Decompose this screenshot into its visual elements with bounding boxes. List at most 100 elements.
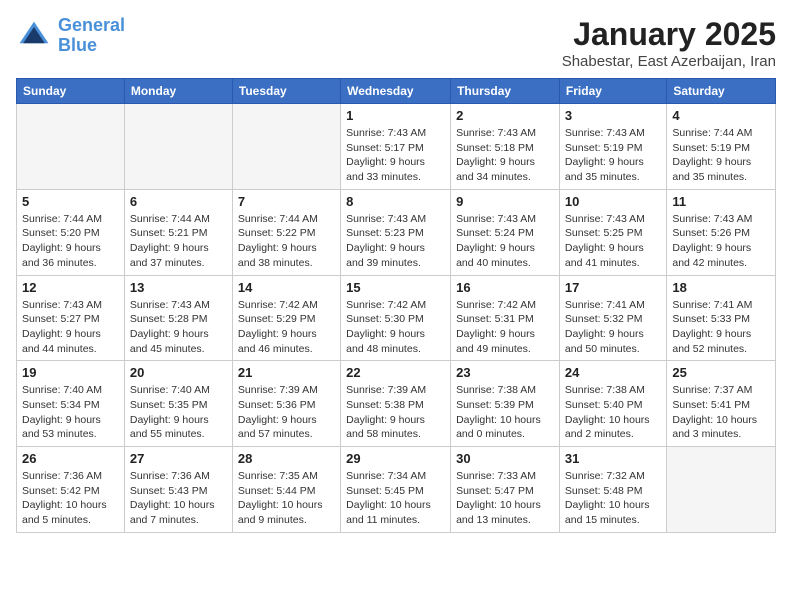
calendar-cell: 22 Sunrise: 7:39 AM Sunset: 5:38 PM Dayli… [341,361,451,447]
day-number: 2 [456,108,554,123]
calendar-cell: 9Sunrise: 7:43 AM Sunset: 5:24 PM Daylig… [451,189,560,275]
weekday-header-thursday: Thursday [451,79,560,104]
day-number: 23 [456,365,554,380]
title-block: January 2025 Shabestar, East Azerbaijan,… [562,16,776,70]
day-info: Sunrise: 7:43 AM Sunset: 5:27 PM Dayligh… [22,298,119,357]
calendar-cell [17,104,125,190]
day-number: 29 [346,451,445,466]
calendar-cell: 15 Sunrise: 7:42 AM Sunset: 5:30 PM Dayli… [341,275,451,361]
week-row-4: 19Sunrise: 7:40 AM Sunset: 5:34 PM Dayli… [17,361,776,447]
weekday-header-sunday: Sunday [17,79,125,104]
calendar-cell: 11Sunrise: 7:43 AM Sunset: 5:26 PM Dayli… [667,189,776,275]
day-number: 15 [346,280,445,295]
calendar-cell: 27 Sunrise: 7:36 AM Sunset: 5:43 PM Dayli… [124,447,232,533]
calendar-cell: 10Sunrise: 7:43 AM Sunset: 5:25 PM Dayli… [559,189,666,275]
calendar-cell: 8Sunrise: 7:43 AM Sunset: 5:23 PM Daylig… [341,189,451,275]
calendar-cell: 6 Sunrise: 7:44 AM Sunset: 5:21 PM Daylig… [124,189,232,275]
day-info: Sunrise: 7:43 AM Sunset: 5:18 PM Dayligh… [456,126,554,185]
calendar-cell: 28 Sunrise: 7:35 AM Sunset: 5:44 PM Dayli… [232,447,340,533]
day-number: 31 [565,451,661,466]
month-year-title: January 2025 [562,16,776,53]
page-header: General Blue January 2025 Shabestar, Eas… [16,16,776,70]
calendar-cell: 23 Sunrise: 7:38 AM Sunset: 5:39 PM Dayli… [451,361,560,447]
day-info: Sunrise: 7:38 AM Sunset: 5:40 PM Dayligh… [565,383,661,442]
day-info: Sunrise: 7:40 AM Sunset: 5:35 PM Dayligh… [130,383,227,442]
calendar-cell [232,104,340,190]
day-number: 20 [130,365,227,380]
calendar-cell: 26 Sunrise: 7:36 AM Sunset: 5:42 PM Dayli… [17,447,125,533]
day-number: 12 [22,280,119,295]
calendar-cell: 13Sunrise: 7:43 AM Sunset: 5:28 PM Dayli… [124,275,232,361]
day-number: 13 [130,280,227,295]
day-number: 11 [672,194,770,209]
logo-blue: Blue [58,35,97,55]
calendar-cell: 19Sunrise: 7:40 AM Sunset: 5:34 PM Dayli… [17,361,125,447]
day-number: 19 [22,365,119,380]
logo-icon [16,18,52,54]
day-number: 22 [346,365,445,380]
day-info: Sunrise: 7:36 AM Sunset: 5:42 PM Dayligh… [22,469,119,528]
calendar-cell: 5 Sunrise: 7:44 AM Sunset: 5:20 PM Daylig… [17,189,125,275]
day-info: Sunrise: 7:44 AM Sunset: 5:21 PM Dayligh… [130,212,227,271]
day-info: Sunrise: 7:44 AM Sunset: 5:22 PM Dayligh… [238,212,335,271]
day-number: 7 [238,194,335,209]
day-info: Sunrise: 7:35 AM Sunset: 5:44 PM Dayligh… [238,469,335,528]
day-info: Sunrise: 7:32 AM Sunset: 5:48 PM Dayligh… [565,469,661,528]
day-number: 24 [565,365,661,380]
day-info: Sunrise: 7:44 AM Sunset: 5:19 PM Dayligh… [672,126,770,185]
day-info: Sunrise: 7:41 AM Sunset: 5:33 PM Dayligh… [672,298,770,357]
calendar-cell: 12 Sunrise: 7:43 AM Sunset: 5:27 PM Dayli… [17,275,125,361]
day-number: 26 [22,451,119,466]
calendar-cell: 2 Sunrise: 7:43 AM Sunset: 5:18 PM Daylig… [451,104,560,190]
day-info: Sunrise: 7:41 AM Sunset: 5:32 PM Dayligh… [565,298,661,357]
calendar-cell: 3Sunrise: 7:43 AM Sunset: 5:19 PM Daylig… [559,104,666,190]
day-number: 6 [130,194,227,209]
calendar-cell: 18 Sunrise: 7:41 AM Sunset: 5:33 PM Dayli… [667,275,776,361]
calendar-cell: 1Sunrise: 7:43 AM Sunset: 5:17 PM Daylig… [341,104,451,190]
day-number: 5 [22,194,119,209]
day-info: Sunrise: 7:42 AM Sunset: 5:29 PM Dayligh… [238,298,335,357]
day-info: Sunrise: 7:43 AM Sunset: 5:25 PM Dayligh… [565,212,661,271]
day-info: Sunrise: 7:39 AM Sunset: 5:36 PM Dayligh… [238,383,335,442]
day-info: Sunrise: 7:42 AM Sunset: 5:30 PM Dayligh… [346,298,445,357]
calendar-cell: 21Sunrise: 7:39 AM Sunset: 5:36 PM Dayli… [232,361,340,447]
day-number: 27 [130,451,227,466]
calendar-cell: 20 Sunrise: 7:40 AM Sunset: 5:35 PM Dayli… [124,361,232,447]
day-number: 28 [238,451,335,466]
weekday-header-friday: Friday [559,79,666,104]
day-info: Sunrise: 7:38 AM Sunset: 5:39 PM Dayligh… [456,383,554,442]
day-info: Sunrise: 7:43 AM Sunset: 5:17 PM Dayligh… [346,126,445,185]
calendar-table: SundayMondayTuesdayWednesdayThursdayFrid… [16,78,776,533]
day-info: Sunrise: 7:36 AM Sunset: 5:43 PM Dayligh… [130,469,227,528]
weekday-header-monday: Monday [124,79,232,104]
week-row-1: 1Sunrise: 7:43 AM Sunset: 5:17 PM Daylig… [17,104,776,190]
calendar-cell: 4Sunrise: 7:44 AM Sunset: 5:19 PM Daylig… [667,104,776,190]
day-info: Sunrise: 7:43 AM Sunset: 5:23 PM Dayligh… [346,212,445,271]
calendar-cell: 31 Sunrise: 7:32 AM Sunset: 5:48 PM Dayli… [559,447,666,533]
calendar-cell: 25Sunrise: 7:37 AM Sunset: 5:41 PM Dayli… [667,361,776,447]
day-number: 25 [672,365,770,380]
day-number: 17 [565,280,661,295]
logo: General Blue [16,16,125,56]
calendar-cell: 16Sunrise: 7:42 AM Sunset: 5:31 PM Dayli… [451,275,560,361]
day-number: 18 [672,280,770,295]
day-info: Sunrise: 7:44 AM Sunset: 5:20 PM Dayligh… [22,212,119,271]
day-info: Sunrise: 7:33 AM Sunset: 5:47 PM Dayligh… [456,469,554,528]
calendar-cell: 7 Sunrise: 7:44 AM Sunset: 5:22 PM Daylig… [232,189,340,275]
weekday-header-row: SundayMondayTuesdayWednesdayThursdayFrid… [17,79,776,104]
logo-general: General [58,15,125,35]
logo-text: General Blue [58,16,125,56]
weekday-header-wednesday: Wednesday [341,79,451,104]
calendar-cell [667,447,776,533]
day-info: Sunrise: 7:43 AM Sunset: 5:24 PM Dayligh… [456,212,554,271]
week-row-3: 12 Sunrise: 7:43 AM Sunset: 5:27 PM Dayli… [17,275,776,361]
location-subtitle: Shabestar, East Azerbaijan, Iran [562,53,776,70]
week-row-5: 26 Sunrise: 7:36 AM Sunset: 5:42 PM Dayli… [17,447,776,533]
day-info: Sunrise: 7:39 AM Sunset: 5:38 PM Dayligh… [346,383,445,442]
day-info: Sunrise: 7:42 AM Sunset: 5:31 PM Dayligh… [456,298,554,357]
calendar-cell: 17 Sunrise: 7:41 AM Sunset: 5:32 PM Dayli… [559,275,666,361]
weekday-header-saturday: Saturday [667,79,776,104]
weekday-header-tuesday: Tuesday [232,79,340,104]
day-info: Sunrise: 7:43 AM Sunset: 5:19 PM Dayligh… [565,126,661,185]
week-row-2: 5 Sunrise: 7:44 AM Sunset: 5:20 PM Daylig… [17,189,776,275]
